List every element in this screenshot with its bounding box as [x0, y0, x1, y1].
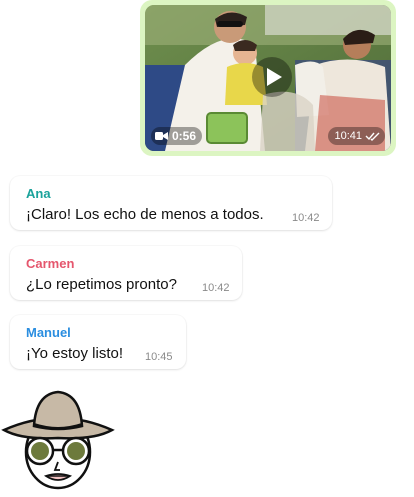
message-bubble-carmen[interactable]: Carmen ¿Lo repetimos pronto? 10:42	[10, 246, 242, 300]
play-button[interactable]	[252, 57, 292, 97]
video-timestamp-badge: 10:41	[328, 127, 385, 145]
message-text: ¡Yo estoy listo!	[26, 345, 123, 362]
message-sender: Carmen	[26, 256, 75, 271]
video-thumbnail[interactable]: 0:56 10:41	[145, 5, 391, 151]
video-camera-icon	[155, 132, 168, 140]
video-duration: 0:56	[172, 129, 197, 143]
video-message-bubble[interactable]: 0:56 10:41	[140, 0, 396, 156]
message-bubble-manuel[interactable]: Manuel ¡Yo estoy listo! 10:45	[10, 315, 186, 369]
message-sender: Manuel	[26, 325, 71, 340]
double-check-icon	[365, 132, 380, 141]
message-sender: Ana	[26, 186, 51, 201]
message-time: 10:42	[292, 212, 320, 224]
message-time: 10:45	[145, 351, 173, 363]
message-text: ¿Lo repetimos pronto?	[26, 276, 177, 293]
video-time: 10:41	[334, 130, 362, 142]
message-bubble-ana[interactable]: Ana ¡Claro! Los echo de menos a todos. 1…	[10, 176, 332, 230]
message-time: 10:42	[202, 282, 230, 294]
play-icon	[267, 68, 282, 86]
sunhat-sunglasses-face-sticker-icon	[1, 390, 115, 490]
video-duration-badge: 0:56	[151, 127, 203, 145]
sticker-message[interactable]	[0, 388, 118, 492]
message-text: ¡Claro! Los echo de menos a todos.	[26, 206, 264, 223]
